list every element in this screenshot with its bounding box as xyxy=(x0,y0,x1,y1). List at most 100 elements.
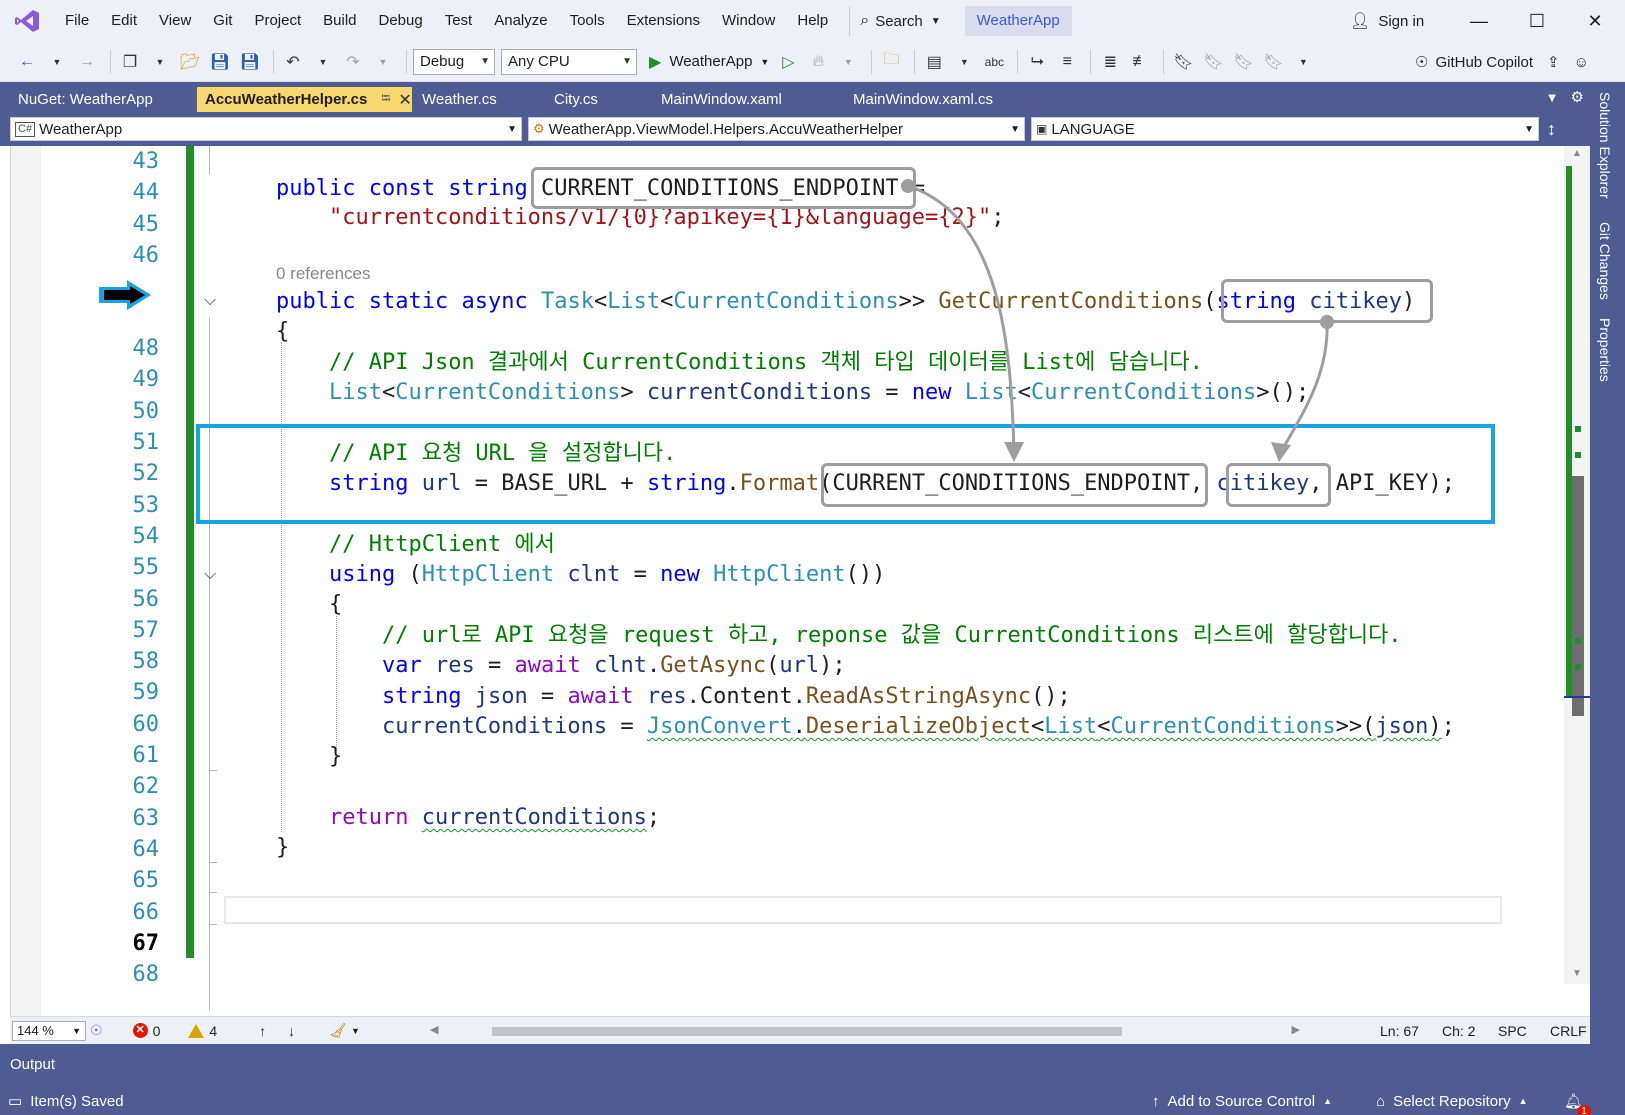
project-dropdown[interactable]: C# WeatherApp ▼ xyxy=(10,117,522,141)
tab-accuweatherhelper[interactable]: AccuWeatherHelper.cs ⭾ ✕ xyxy=(197,87,412,112)
chevron-up-icon: ▲ xyxy=(1518,1096,1528,1106)
scroll-thumb[interactable] xyxy=(1572,476,1584,716)
pin-icon[interactable]: ⭾ xyxy=(381,89,390,110)
start-without-debugging-icon[interactable]: ▷ xyxy=(775,47,801,77)
arrow-up-icon: ↑ xyxy=(1152,1092,1160,1110)
scroll-down-icon[interactable]: ▼ xyxy=(1572,968,1582,979)
window-layout-icon[interactable]: ▤ xyxy=(921,47,947,77)
error-count[interactable]: ✕ 0 xyxy=(132,1023,160,1039)
hot-reload-icon[interactable]: 🔥︎ xyxy=(805,47,831,77)
menu-file[interactable]: File xyxy=(54,0,100,42)
scroll-up-icon[interactable]: ▲ xyxy=(1572,148,1582,159)
horizontal-scrollbar[interactable]: ◀ ▶ xyxy=(430,1024,1300,1038)
line-indicator[interactable]: Ln: 67 xyxy=(1380,1017,1419,1045)
add-to-source-control-button[interactable]: ↑ Add to Source Control ▲ xyxy=(1152,1087,1332,1115)
notifications-button[interactable]: 🔔︎ 1 xyxy=(1564,1087,1592,1115)
split-window-icon[interactable]: ↕ xyxy=(1547,119,1556,140)
menu-extensions[interactable]: Extensions xyxy=(616,0,711,42)
copilot-status-icon[interactable]: ☉ xyxy=(90,1022,103,1039)
next-bookmark-icon[interactable]: 🔖︎ xyxy=(1230,47,1256,77)
menu-build[interactable]: Build xyxy=(312,0,367,42)
menu-test[interactable]: Test xyxy=(434,0,484,42)
bookmark-icon[interactable]: 🔖︎ xyxy=(1170,47,1196,77)
scroll-right-icon[interactable]: ▶ xyxy=(1292,1023,1300,1036)
separator xyxy=(1090,49,1092,74)
properties-tab[interactable]: Properties xyxy=(1597,318,1613,382)
column-indicator[interactable]: Ch: 2 xyxy=(1442,1017,1475,1045)
platform-value: Any CPU xyxy=(508,53,570,70)
close-icon[interactable]: ✕ xyxy=(398,90,411,110)
github-copilot-button[interactable]: ☉ GitHub Copilot ⇪ ☺ xyxy=(1415,42,1589,82)
menu-analyze[interactable]: Analyze xyxy=(483,0,558,42)
whitespace-indicator[interactable]: SPC xyxy=(1498,1017,1527,1045)
horizontal-scroll-thumb[interactable] xyxy=(492,1027,1122,1036)
platform-dropdown[interactable]: Any CPU ▼ xyxy=(501,48,637,75)
close-icon[interactable]: ✕ xyxy=(1566,0,1624,42)
chevron-down-icon[interactable]: ▼ xyxy=(147,47,173,77)
spell-check-icon[interactable]: abc xyxy=(981,47,1007,77)
code-map-icon[interactable]: ≡ xyxy=(1054,47,1080,77)
browse-folder-icon[interactable]: 🗀︎ xyxy=(878,47,904,77)
zoom-dropdown[interactable]: 144 % ▼ xyxy=(12,1020,86,1041)
menu-debug[interactable]: Debug xyxy=(368,0,434,42)
toolbar-overflow-icon[interactable]: ▼ xyxy=(1290,47,1316,77)
menu-window[interactable]: Window xyxy=(711,0,786,42)
chevron-down-icon[interactable]: ▼ xyxy=(1546,90,1559,105)
chevron-down-icon[interactable]: ▼ xyxy=(310,47,336,77)
step-icon[interactable]: ⮡ xyxy=(1024,47,1050,77)
tab-nuget[interactable]: NuGet: WeatherApp xyxy=(10,87,195,112)
save-all-icon[interactable]: 💾︎ xyxy=(237,47,263,77)
separator xyxy=(871,49,873,74)
member-dropdown[interactable]: ▣ LANGUAGE ▼ xyxy=(1031,117,1539,141)
new-item-icon[interactable]: ❐ xyxy=(117,47,143,77)
maximize-icon[interactable]: ☐ xyxy=(1508,0,1566,42)
chevron-down-icon[interactable]: ▼ xyxy=(951,47,977,77)
feedback-icon[interactable]: ☺ xyxy=(1574,54,1589,71)
forward-icon[interactable]: → xyxy=(74,47,100,77)
tab-mainwindow-xaml-cs[interactable]: MainWindow.xaml.cs xyxy=(845,87,1050,112)
save-icon[interactable]: 💾︎ xyxy=(207,47,233,77)
scroll-left-icon[interactable]: ◀ xyxy=(430,1023,438,1036)
uncomment-lines-icon[interactable]: ≢ xyxy=(1127,47,1153,77)
open-folder-icon[interactable]: 📂︎ xyxy=(177,47,203,77)
tab-mainwindow-xaml[interactable]: MainWindow.xaml xyxy=(653,87,843,112)
redo-icon[interactable]: ↷ xyxy=(340,47,366,77)
start-debugging-button[interactable]: ▶ WeatherApp ▼ xyxy=(649,52,769,72)
menu-tools[interactable]: Tools xyxy=(559,0,616,42)
solution-explorer-tab[interactable]: Solution Explorer xyxy=(1597,92,1613,199)
code-cleanup-icon[interactable]: 🧹︎ xyxy=(329,1022,347,1039)
select-repository-button[interactable]: ⌂ Select Repository ▲ xyxy=(1376,1087,1528,1115)
type-dropdown[interactable]: ⚙ WeatherApp.ViewModel.Helpers.AccuWeathe… xyxy=(528,117,1025,141)
menu-edit[interactable]: Edit xyxy=(100,0,148,42)
prev-bookmark-icon[interactable]: 🔖︎ xyxy=(1200,47,1226,77)
tab-weather[interactable]: Weather.cs xyxy=(414,87,544,112)
undo-icon[interactable]: ↶ xyxy=(280,47,306,77)
back-icon[interactable]: ← xyxy=(14,47,40,77)
visual-studio-logo-icon[interactable] xyxy=(0,0,54,42)
chevron-down-icon[interactable]: ▼ xyxy=(370,47,396,77)
sign-in-button[interactable]: 👤︎ Sign in xyxy=(1350,0,1424,42)
output-panel-tab[interactable]: Output xyxy=(0,1044,1625,1087)
chevron-down-icon[interactable]: ▼ xyxy=(44,47,70,77)
previous-issue-icon[interactable]: ↑ xyxy=(259,1023,266,1039)
share-icon[interactable]: ⇪ xyxy=(1547,53,1560,71)
chevron-down-icon[interactable]: ▼ xyxy=(835,47,861,77)
menu-help[interactable]: Help xyxy=(786,0,839,42)
menu-git[interactable]: Git xyxy=(202,0,243,42)
next-issue-icon[interactable]: ↓ xyxy=(288,1023,295,1039)
gear-icon[interactable]: ⚙ xyxy=(1571,88,1584,106)
menu-view[interactable]: View xyxy=(148,0,202,42)
vertical-scrollbar[interactable]: ▲ ▼ xyxy=(1564,146,1590,984)
minimize-icon[interactable]: — xyxy=(1450,0,1508,42)
search-button[interactable]: ⌕ Search ▼ xyxy=(849,6,950,36)
tab-city[interactable]: City.cs xyxy=(546,87,651,112)
code-editor[interactable]: 43 44 45 46 48 49 50 51 52 53 54 55 56 5… xyxy=(10,146,1590,1016)
comment-lines-icon[interactable]: ≣ xyxy=(1097,47,1123,77)
menu-project[interactable]: Project xyxy=(243,0,312,42)
warning-count[interactable]: 4 xyxy=(188,1023,217,1039)
chevron-down-icon[interactable]: ▼ xyxy=(351,1026,360,1036)
clear-bookmarks-icon[interactable]: 🔖︎ xyxy=(1260,47,1286,77)
line-ending-indicator[interactable]: CRLF xyxy=(1550,1017,1587,1045)
configuration-dropdown[interactable]: Debug ▼ xyxy=(413,48,495,75)
git-changes-tab[interactable]: Git Changes xyxy=(1597,222,1613,300)
